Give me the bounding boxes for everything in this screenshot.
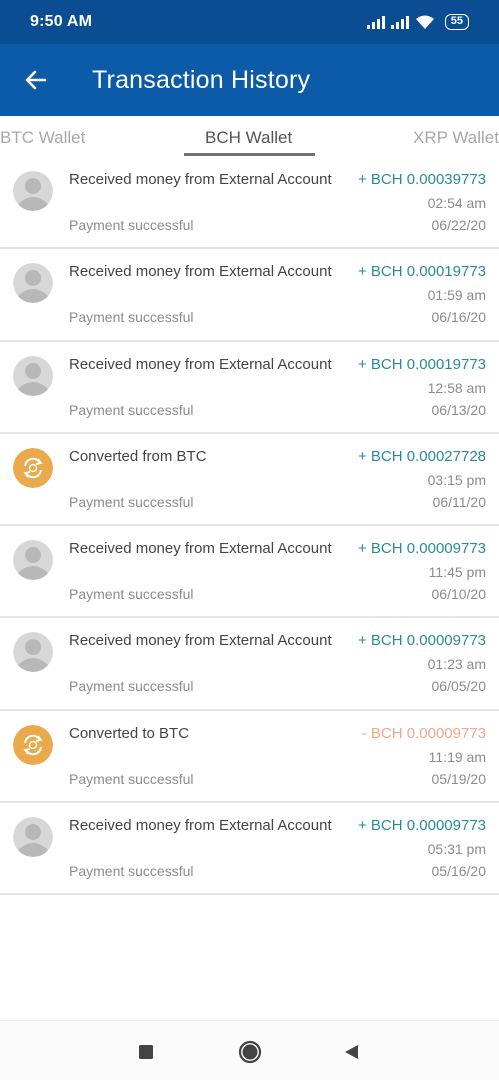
convert-icon <box>13 447 53 488</box>
transaction-status: Payment successful <box>69 401 194 418</box>
transaction-title: Received money from External Account <box>69 540 332 558</box>
transaction-amount: + BCH 0.00009773 <box>357 540 486 558</box>
battery-icon: 55 <box>444 14 469 30</box>
active-tab-indicator <box>184 153 315 156</box>
transaction-date: 06/11/20 <box>432 493 486 510</box>
transaction-amount: + BCH 0.00009773 <box>357 632 486 650</box>
user-avatar-icon <box>13 632 53 673</box>
transaction-date: 06/16/20 <box>431 309 487 326</box>
transaction-title: Received money from External Account <box>69 263 332 281</box>
app-bar: Transaction History <box>0 44 499 116</box>
transaction-date: 06/10/20 <box>431 586 487 603</box>
transaction-date: 06/05/20 <box>431 678 487 695</box>
user-avatar-icon <box>13 263 53 304</box>
transaction-time: 05:31 pm <box>427 841 486 858</box>
user-avatar-icon <box>13 355 53 396</box>
transaction-status: Payment successful <box>69 493 194 510</box>
transaction-row[interactable]: Received money from External Account + BC… <box>0 249 499 342</box>
transaction-date: 06/22/20 <box>431 217 487 233</box>
transaction-date: 05/19/20 <box>431 770 487 787</box>
transaction-amount: + BCH 0.00027728 <box>357 447 486 465</box>
transaction-title: Received money from External Account <box>69 171 332 188</box>
transaction-status: Payment successful <box>69 586 194 603</box>
battery-level: 55 <box>450 15 463 27</box>
signal-icon <box>390 15 409 29</box>
transaction-date: 06/13/20 <box>431 401 487 418</box>
transaction-row[interactable]: Received money from External Account + BC… <box>0 618 499 711</box>
transaction-time: 03:15 pm <box>427 471 486 488</box>
transaction-title: Converted to BTC <box>69 724 190 742</box>
transaction-title: Received money from External Account <box>69 355 332 373</box>
transaction-title: Received money from External Account <box>69 632 332 650</box>
arrow-left-icon <box>25 70 47 90</box>
transaction-time: 11:45 pm <box>428 564 486 581</box>
transaction-time: 01:59 am <box>427 287 486 304</box>
transaction-title: Converted from BTC <box>69 447 207 465</box>
tab-btc-wallet[interactable]: BTC Wallet <box>0 128 85 148</box>
tab-xrp-wallet[interactable]: XRP Wallet <box>413 128 499 148</box>
home-button[interactable] <box>238 1040 262 1064</box>
recents-icon <box>139 1045 153 1059</box>
transaction-row[interactable]: Received money from External Account + BC… <box>0 803 499 896</box>
transaction-amount: + BCH 0.00009773 <box>357 817 486 835</box>
transaction-time: 02:54 am <box>427 195 486 211</box>
signal-icon <box>366 15 385 29</box>
transaction-row[interactable]: Received money from External Account + BC… <box>0 341 499 434</box>
transaction-status: Payment successful <box>69 863 194 880</box>
page-title: Transaction History <box>92 65 311 94</box>
transaction-row[interactable]: Received money from External Account + BC… <box>0 526 499 619</box>
status-time: 9:50 AM <box>30 13 93 30</box>
transaction-title: Received money from External Account <box>69 817 332 835</box>
transaction-date: 05/16/20 <box>431 863 487 880</box>
user-avatar-icon <box>13 171 53 211</box>
system-back-button[interactable] <box>339 1040 363 1064</box>
status-bar: 9:50 AM 55 <box>0 0 499 44</box>
transaction-row[interactable]: Converted to BTC - BCH 0.00009773 11:19 am… <box>0 710 499 804</box>
transaction-status: Payment successful <box>69 217 194 233</box>
wifi-icon <box>415 15 434 29</box>
status-icons: 55 <box>366 14 469 30</box>
transaction-amount: - BCH 0.00009773 <box>361 724 486 742</box>
transaction-amount: + BCH 0.00019773 <box>357 355 486 373</box>
transaction-list: Received money from External Account + BC… <box>0 157 499 896</box>
back-triangle-icon <box>345 1045 358 1059</box>
transaction-amount: + BCH 0.00039773 <box>357 171 486 188</box>
transaction-time: 12:58 am <box>427 379 486 396</box>
convert-icon <box>13 724 53 765</box>
transaction-status: Payment successful <box>69 678 194 695</box>
home-icon <box>238 1040 262 1064</box>
recents-button[interactable] <box>134 1040 158 1064</box>
user-avatar-icon <box>13 540 53 581</box>
transaction-status: Payment successful <box>69 770 194 787</box>
transaction-amount: + BCH 0.00019773 <box>357 263 486 281</box>
transaction-row[interactable]: Received money from External Account + BC… <box>0 157 499 250</box>
transaction-row[interactable]: Converted from BTC + BCH 0.00027728 03:15 … <box>0 433 499 527</box>
user-avatar-icon <box>13 817 53 858</box>
tab-bch-wallet[interactable]: BCH Wallet <box>205 128 292 148</box>
transaction-time: 01:23 am <box>427 656 486 673</box>
system-nav-bar <box>0 1020 499 1080</box>
back-button[interactable] <box>0 44 72 116</box>
wallet-tabs: BTC Wallet BCH Wallet XRP Wallet <box>0 116 499 160</box>
transaction-time: 11:19 am <box>428 748 486 765</box>
transaction-status: Payment successful <box>69 309 194 326</box>
